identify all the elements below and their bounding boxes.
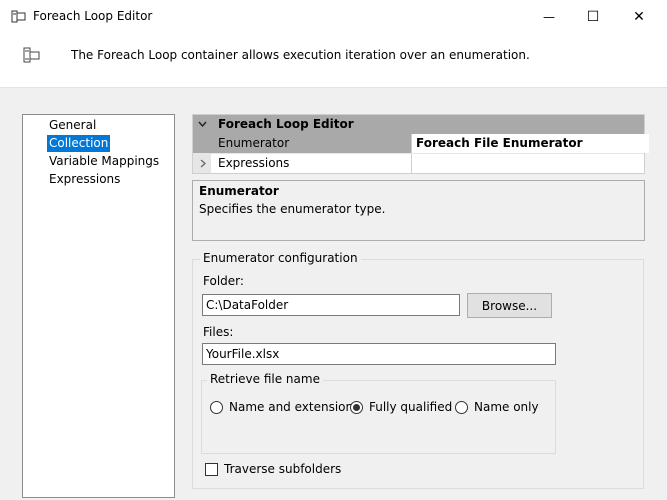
radio-name-and-extension-label[interactable]: Name and extension bbox=[229, 400, 353, 414]
chevron-right-icon[interactable] bbox=[200, 159, 206, 168]
help-title: Enumerator bbox=[199, 184, 279, 198]
browse-button[interactable]: Browse... bbox=[467, 293, 552, 318]
foreach-container-icon bbox=[23, 47, 40, 63]
help-panel: Enumerator Specifies the enumerator type… bbox=[192, 180, 645, 241]
window-title: Foreach Loop Editor bbox=[33, 9, 153, 23]
grid-row-name: Expressions bbox=[218, 156, 290, 170]
grid-row-name: Enumerator bbox=[218, 136, 290, 150]
radio-button[interactable] bbox=[350, 401, 363, 414]
close-icon: ✕ bbox=[633, 8, 645, 25]
maximize-button[interactable]: ☐ bbox=[570, 0, 616, 33]
grid-category-label: Foreach Loop Editor bbox=[218, 117, 354, 131]
help-description: Specifies the enumerator type. bbox=[199, 202, 386, 216]
folder-input[interactable]: C:\DataFolder bbox=[202, 294, 460, 316]
close-button[interactable]: ✕ bbox=[616, 0, 662, 33]
minimize-button[interactable]: — bbox=[526, 0, 572, 33]
radio-selected-dot bbox=[353, 404, 360, 411]
files-input[interactable]: YourFile.xlsx bbox=[202, 343, 556, 365]
foreach-loop-icon bbox=[11, 10, 26, 23]
grid-row-expressions[interactable]: Expressions bbox=[193, 153, 644, 173]
radio-name-and-extension[interactable] bbox=[210, 401, 223, 414]
browse-button-label: Browse... bbox=[481, 298, 538, 313]
radio-name-only[interactable] bbox=[455, 401, 468, 414]
nav-item-variable-mappings[interactable]: Variable Mappings bbox=[47, 153, 161, 170]
expressions-value[interactable] bbox=[411, 154, 649, 173]
enumerator-config-label: Enumerator configuration bbox=[200, 251, 361, 265]
header-description: The Foreach Loop container allows execut… bbox=[71, 48, 530, 62]
retrieve-file-name-group bbox=[201, 380, 556, 454]
radio-name-only-label[interactable]: Name only bbox=[474, 400, 539, 414]
nav-item-expressions[interactable]: Expressions bbox=[47, 171, 122, 188]
files-label: Files: bbox=[203, 325, 234, 339]
chevron-down-icon bbox=[198, 121, 207, 127]
radio-button[interactable] bbox=[210, 401, 223, 414]
radio-fully-qualified[interactable] bbox=[350, 401, 363, 414]
nav-item-collection[interactable]: Collection bbox=[47, 135, 111, 152]
grid-row-enumerator[interactable]: Enumerator Foreach File Enumerator bbox=[193, 134, 649, 153]
grid-category-header[interactable]: Foreach Loop Editor bbox=[193, 115, 644, 134]
radio-fully-qualified-label[interactable]: Fully qualified bbox=[369, 400, 452, 414]
maximize-icon: ☐ bbox=[586, 8, 600, 25]
enumerator-value[interactable]: Foreach File Enumerator bbox=[411, 134, 649, 153]
radio-button[interactable] bbox=[455, 401, 468, 414]
property-grid: Foreach Loop Editor Enumerator Foreach F… bbox=[192, 114, 649, 174]
folder-label: Folder: bbox=[203, 274, 244, 288]
nav-item-general[interactable]: General bbox=[47, 117, 98, 134]
traverse-subfolders-label[interactable]: Traverse subfolders bbox=[224, 462, 341, 476]
minimize-icon: — bbox=[543, 9, 555, 24]
page-list: General Collection Variable Mappings Exp… bbox=[22, 114, 175, 498]
retrieve-file-name-label: Retrieve file name bbox=[207, 372, 323, 386]
traverse-subfolders-checkbox[interactable] bbox=[205, 463, 218, 476]
